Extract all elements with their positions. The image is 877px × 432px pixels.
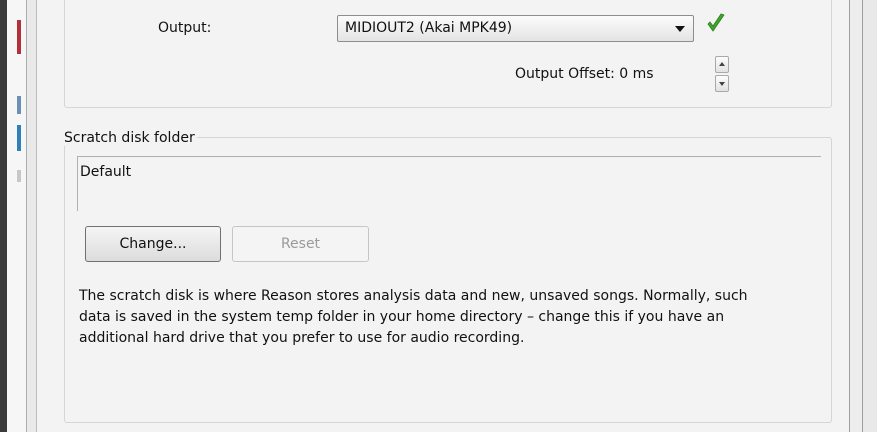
window-edge [863,0,877,432]
arrow-down-icon [719,82,725,86]
change-button[interactable]: Change... [85,226,221,262]
scrollbar-track[interactable] [850,0,862,432]
output-offset-spinner[interactable] [715,56,729,94]
reset-button[interactable]: Reset [232,226,369,262]
output-device-value: MIDIOUT2 (Akai MPK49) [345,20,513,36]
panel-divider [26,0,27,432]
arrow-up-icon [719,62,725,66]
scratch-disk-group-title: Scratch disk folder [64,130,197,146]
checkmark-icon [707,13,725,32]
left-color-strip [7,0,26,432]
scratch-folder-path-value: Default [80,164,132,180]
output-label: Output: [158,20,212,36]
scratch-folder-path-field: Default [77,156,821,211]
scratch-disk-description: The scratch disk is where Reason stores … [79,288,748,346]
spinner-down-button[interactable] [715,75,729,92]
left-dark-rail [0,0,7,432]
chevron-down-icon [675,26,685,32]
output-offset-label: Output Offset: 0 ms [515,66,654,82]
output-device-select[interactable]: MIDIOUT2 (Akai MPK49) [337,15,694,42]
spinner-up-button[interactable] [715,56,729,73]
